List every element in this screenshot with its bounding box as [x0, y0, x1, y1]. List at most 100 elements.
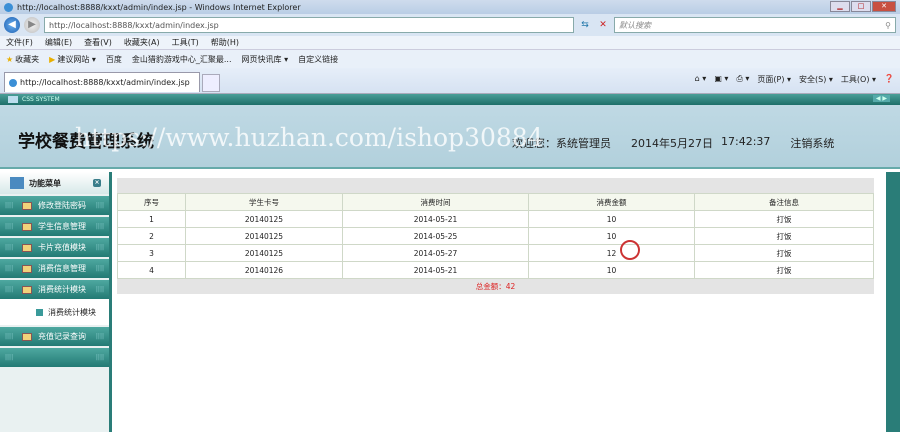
table-row: 2 20140125 2014-05-25 10 打饭: [117, 227, 874, 245]
cell: 20140125: [185, 244, 343, 262]
cell: 4: [117, 261, 186, 279]
menu-help[interactable]: 帮助(H): [211, 37, 239, 48]
date-text: 2014年5月27日: [631, 137, 713, 150]
cell: 2014-05-21: [342, 261, 529, 279]
sidebar-item-students[interactable]: 学生信息管理: [0, 217, 109, 236]
url-input[interactable]: http://localhost:8888/kxxt/admin/index.j…: [44, 17, 574, 33]
tools-menu[interactable]: 工具(O) ▾: [841, 74, 876, 85]
cell: 打饭: [694, 210, 874, 228]
menu-file[interactable]: 文件(F): [6, 37, 33, 48]
search-icon[interactable]: ⚲: [885, 21, 891, 30]
menu-icon: [10, 177, 24, 189]
menu-tools[interactable]: 工具(T): [172, 37, 199, 48]
sidebar-item-statistics[interactable]: 消费统计模块: [0, 280, 109, 299]
ie-icon: [9, 78, 17, 87]
app-top-bar: CSS SYSTEM ◀ ▶: [0, 94, 900, 105]
fav-kingsoft[interactable]: 金山猎豹游戏中心_汇聚最...: [132, 54, 232, 65]
tab-title: http://localhost:8888/kxxt/admin/index.j…: [20, 78, 190, 87]
col-header: 消费金额: [528, 193, 695, 211]
scroll-edge: [886, 172, 900, 432]
item-icon: [22, 222, 32, 231]
time-text: 17:42:37: [721, 135, 771, 148]
table-row: 3 20140125 2014-05-27 12 打饭: [117, 244, 874, 262]
fav-webslice[interactable]: 网页快讯库 ▾: [242, 54, 289, 65]
item-icon: [22, 264, 32, 273]
menu-edit[interactable]: 编辑(E): [45, 37, 72, 48]
new-tab-button[interactable]: [202, 74, 220, 92]
fav-custom[interactable]: 自定义链接: [298, 54, 338, 65]
sidebar-subitem-statistics[interactable]: 消费统计模块: [0, 299, 109, 325]
cell: 2: [117, 227, 186, 245]
favorites-button[interactable]: ★ 收藏夹: [6, 54, 39, 65]
sidebar-header-label: 功能菜单: [29, 178, 61, 188]
browser-tab[interactable]: http://localhost:8888/kxxt/admin/index.j…: [4, 72, 200, 92]
app-banner: 学校餐费管理系统 欢迎您：系统管理员 2014年5月27日 17:42:37 注…: [0, 105, 900, 169]
sidebar-item-label: 充值记录查询: [38, 332, 86, 341]
bullet-icon: [36, 308, 43, 316]
cell: 10: [528, 227, 695, 245]
total-amount: 总金额：42: [117, 279, 874, 294]
page-menu[interactable]: 页面(P) ▾: [757, 74, 791, 85]
app-bar-label: CSS SYSTEM: [22, 96, 60, 103]
sidebar-item-consumption[interactable]: 消费信息管理: [0, 259, 109, 278]
refresh-icon[interactable]: ⇆: [578, 17, 592, 33]
cell: 20140125: [185, 210, 343, 228]
table-header-row: 序号 学生卡号 消费时间 消费金额 备注信息: [117, 193, 874, 211]
col-header: 备注信息: [694, 193, 874, 211]
cell: 20140125: [185, 227, 343, 245]
nav-arrows[interactable]: ◀ ▶: [872, 95, 890, 102]
sidebar-item-label: 消费信息管理: [38, 264, 86, 273]
cell: 打饭: [694, 261, 874, 279]
cell: 12: [528, 244, 695, 262]
item-icon: [22, 201, 32, 210]
sidebar-item-card-recharge[interactable]: 卡片充值模块: [0, 238, 109, 257]
sidebar-item-recharge-records[interactable]: 充值记录查询: [0, 327, 109, 346]
home-icon[interactable]: ⌂ ▾: [695, 74, 707, 85]
logout-link[interactable]: 注销系统: [790, 135, 834, 151]
sidebar-item-change-password[interactable]: 修改登陆密码: [0, 196, 109, 215]
sidebar-item-label: 消费统计模块: [38, 285, 86, 294]
cell: 20140126: [185, 261, 343, 279]
url-text: http://localhost:8888/kxxt/admin/index.j…: [49, 20, 219, 30]
maximize-button[interactable]: □: [851, 1, 871, 12]
col-header: 序号: [117, 193, 186, 211]
menu-bar: 文件(F) 编辑(E) 查看(V) 收藏夹(A) 工具(T) 帮助(H): [0, 36, 900, 50]
item-icon: [22, 243, 32, 252]
help-icon[interactable]: ❓: [884, 74, 894, 85]
cell: 10: [528, 210, 695, 228]
sidebar: 功能菜单 × 修改登陆密码 学生信息管理 卡片充值模块 消费信息管理 消费统计模块…: [0, 172, 112, 432]
fav-baidu[interactable]: 百度: [106, 54, 122, 65]
watermark: https://www.huzhan.com/ishop30884: [75, 123, 544, 152]
safety-menu[interactable]: 安全(S) ▾: [799, 74, 833, 85]
print-icon[interactable]: ⎙ ▾: [736, 74, 749, 85]
tab-bar: http://localhost:8888/kxxt/admin/index.j…: [0, 68, 900, 94]
table-row: 4 20140126 2014-05-21 10 打饭: [117, 261, 874, 279]
main-content: 序号 学生卡号 消费时间 消费金额 备注信息 1 20140125 2014-05-…: [117, 178, 874, 294]
stop-icon[interactable]: ✕: [596, 17, 610, 33]
forward-button[interactable]: ▶: [24, 17, 40, 33]
monitor-icon: [8, 96, 18, 103]
menu-view[interactable]: 查看(V): [84, 37, 112, 48]
search-input[interactable]: 默认搜索 ⚲: [614, 17, 896, 33]
table-row: 1 20140125 2014-05-21 10 打饭: [117, 210, 874, 228]
collapse-icon[interactable]: ×: [93, 179, 101, 187]
table-toolbar: [117, 178, 874, 193]
cursor-highlight-icon: [620, 240, 640, 260]
address-bar: ◀ ▶ http://localhost:8888/kxxt/admin/ind…: [0, 14, 900, 36]
menu-favorites[interactable]: 收藏夹(A): [124, 37, 160, 48]
col-header: 消费时间: [342, 193, 529, 211]
search-placeholder: 默认搜索: [619, 20, 651, 30]
minimize-button[interactable]: ▁: [830, 1, 850, 12]
sidebar-item-label: 学生信息管理: [38, 222, 86, 231]
cell: 1: [117, 210, 186, 228]
back-button[interactable]: ◀: [4, 17, 20, 33]
cell: 打饭: [694, 227, 874, 245]
cell: 2014-05-25: [342, 227, 529, 245]
feeds-icon[interactable]: ▣ ▾: [714, 74, 728, 85]
fav-suggested[interactable]: ▶ 建议网站 ▾: [49, 54, 96, 65]
favorites-bar: ★ 收藏夹 ▶ 建议网站 ▾ 百度 金山猎豹游戏中心_汇聚最... 网页快讯库 ▾ …: [0, 50, 900, 68]
ie-icon: [4, 2, 13, 12]
close-button[interactable]: ✕: [872, 1, 896, 12]
cell: 2014-05-21: [342, 210, 529, 228]
window-title: http://localhost:8888/kxxt/admin/index.j…: [17, 2, 301, 12]
